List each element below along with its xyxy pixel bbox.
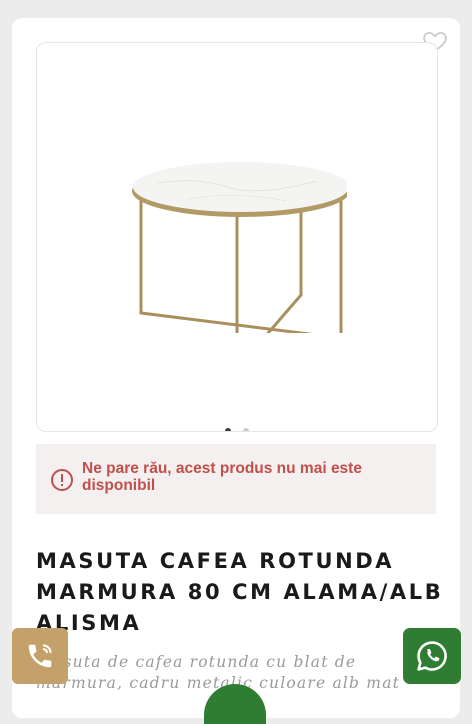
product-image-gallery[interactable] <box>36 42 438 432</box>
alert-message: Ne pare rău, acest produs nu mai este di… <box>82 460 362 494</box>
slide-dot-2[interactable] <box>243 428 250 431</box>
unavailable-alert: Ne pare rău, acest produs nu mai este di… <box>36 444 436 514</box>
exclamation-circle-icon <box>51 469 73 491</box>
whatsapp-button[interactable] <box>403 628 461 684</box>
phone-call-icon <box>28 644 52 668</box>
product-image <box>132 162 347 333</box>
product-title: MASUTA CAFEA ROTUNDA MARMURA 80 CM ALAMA… <box>36 549 444 635</box>
slide-indicator <box>37 421 437 431</box>
slide-dot-1[interactable] <box>224 428 231 431</box>
phone-call-button[interactable] <box>12 628 68 684</box>
whatsapp-icon <box>417 641 447 671</box>
